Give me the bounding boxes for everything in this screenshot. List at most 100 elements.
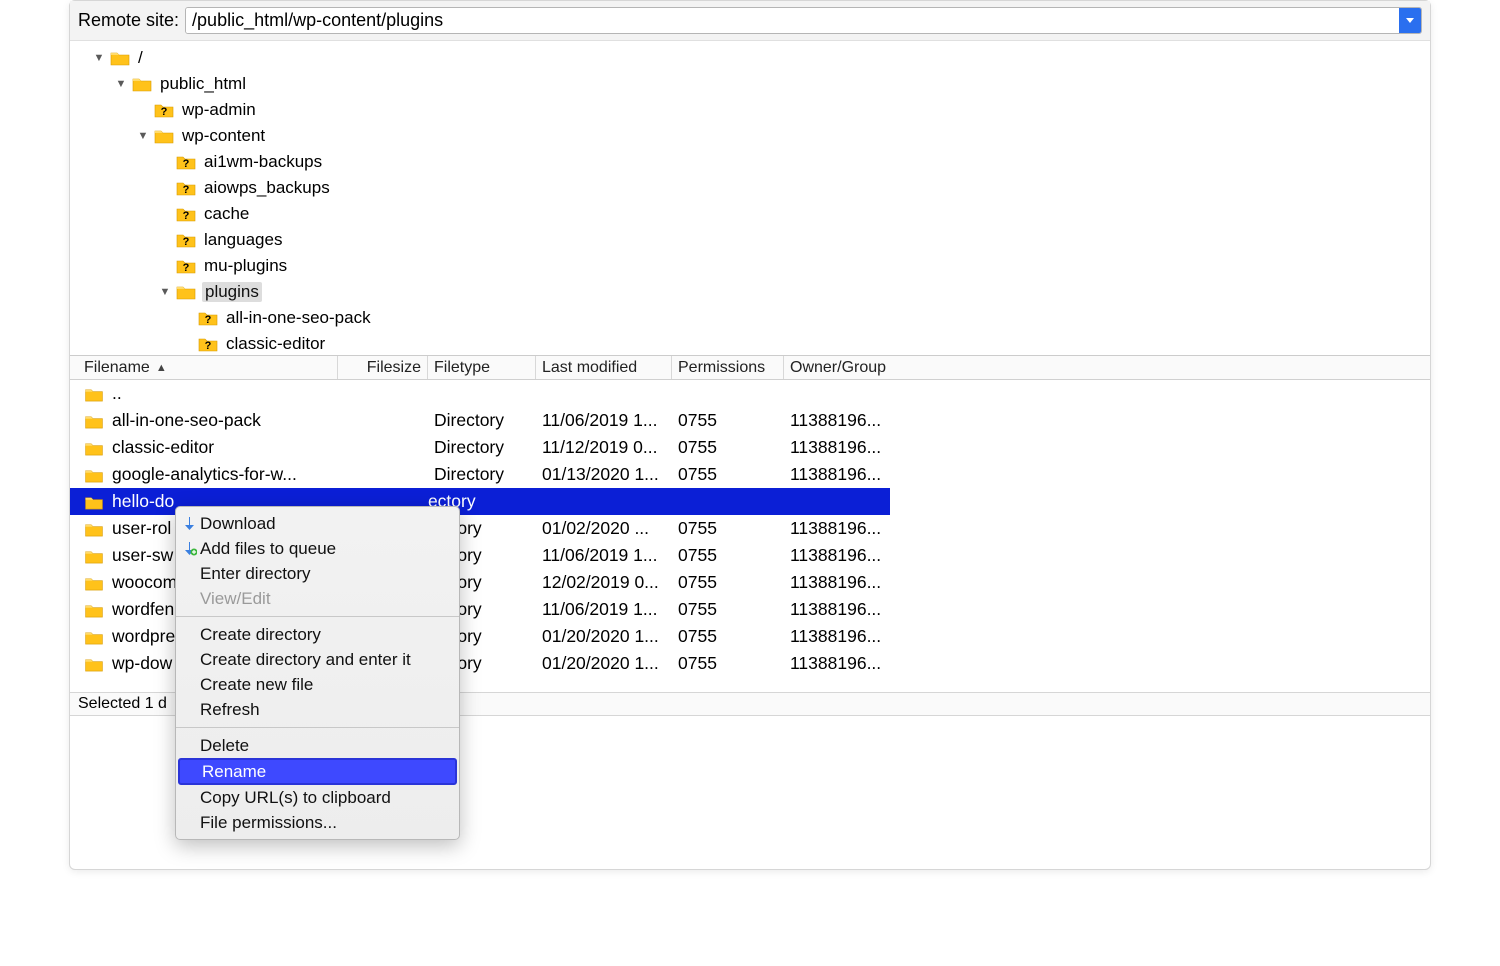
col-filename[interactable]: Filename▲ [78, 356, 338, 379]
context-menu-item-label: File permissions... [200, 813, 337, 833]
disclosure-triangle-icon[interactable]: ▼ [158, 286, 172, 298]
tree-item-label: public_html [158, 74, 248, 94]
disclosure-triangle-icon[interactable]: ▼ [92, 52, 106, 64]
tree-item-all-in-one-seo-pack[interactable]: all-in-one-seo-pack [70, 305, 1430, 331]
file-owner: 11388196... [784, 464, 904, 485]
tree-item-wp-admin[interactable]: wp-admin [70, 97, 1430, 123]
col-last-modified[interactable]: Last modified [536, 356, 672, 379]
tree-item-label: languages [202, 230, 284, 250]
file-owner: 11388196... [784, 626, 904, 647]
sort-asc-icon: ▲ [156, 362, 167, 374]
col-owner-group[interactable]: Owner/Group [784, 356, 904, 379]
context-menu-delete[interactable]: Delete [176, 733, 459, 758]
remote-site-bar: Remote site: [70, 1, 1430, 41]
context-menu-copy-url-s-to-clipboard[interactable]: Copy URL(s) to clipboard [176, 785, 459, 810]
file-modified: 11/06/2019 1... [536, 545, 672, 566]
folder-icon [84, 494, 104, 509]
remote-site-dropdown-button[interactable] [1399, 8, 1421, 33]
file-permissions: 0755 [672, 599, 784, 620]
add-to-queue-icon [182, 541, 197, 556]
tree-item-languages[interactable]: languages [70, 227, 1430, 253]
file-owner: 11388196... [784, 599, 904, 620]
remote-site-label: Remote site: [78, 10, 179, 31]
tree-item-mu-plugins[interactable]: mu-plugins [70, 253, 1430, 279]
col-permissions[interactable]: Permissions [672, 356, 784, 379]
context-menu-download[interactable]: Download [176, 511, 459, 536]
tree-item-label: ai1wm-backups [202, 152, 324, 172]
context-menu: DownloadAdd files to queue Enter director… [175, 506, 460, 840]
tree-item-plugins[interactable]: ▼ plugins [70, 279, 1430, 305]
file-permissions: 0755 [672, 518, 784, 539]
context-menu-create-new-file[interactable]: Create new file [176, 672, 459, 697]
folder-icon [84, 575, 104, 590]
file-modified: 11/06/2019 1... [536, 410, 672, 431]
col-filesize[interactable]: Filesize [338, 356, 428, 379]
tree-item-classic-editor[interactable]: classic-editor [70, 331, 1430, 356]
folder-icon [84, 467, 104, 482]
file-name: user-sw [110, 545, 175, 566]
folder-icon [84, 602, 104, 617]
context-menu-enter-directory[interactable]: Enter directory [176, 561, 459, 586]
directory-tree[interactable]: ▼/▼public_htmlwp-admin▼wp-contentai1wm-b… [70, 41, 1430, 356]
context-menu-item-label: Create directory [200, 625, 321, 645]
file-name: woocom [110, 572, 179, 593]
folder-icon [84, 656, 104, 671]
context-menu-separator [176, 727, 459, 728]
context-menu-create-directory[interactable]: Create directory [176, 622, 459, 647]
file-type: Directory [428, 437, 536, 458]
file-row[interactable]: .. [70, 380, 1430, 407]
context-menu-item-label: Create new file [200, 675, 313, 695]
file-permissions: 0755 [672, 437, 784, 458]
context-menu-item-label: Copy URL(s) to clipboard [200, 788, 391, 808]
chevron-down-icon [1405, 16, 1415, 26]
file-modified: 11/06/2019 1... [536, 599, 672, 620]
file-modified: 01/02/2020 ... [536, 518, 672, 539]
context-menu-rename[interactable]: Rename [178, 758, 457, 785]
tree-item-label: classic-editor [224, 334, 327, 354]
context-menu-item-label: Enter directory [200, 564, 311, 584]
file-owner: 11388196... [784, 437, 904, 458]
file-permissions: 0755 [672, 572, 784, 593]
disclosure-triangle-icon[interactable]: ▼ [114, 78, 128, 90]
context-menu-add-files-to-queue[interactable]: Add files to queue [176, 536, 459, 561]
folder-unknown-icon [176, 258, 196, 274]
file-owner: 11388196... [784, 410, 904, 431]
file-row[interactable]: classic-editorDirectory11/12/2019 0...07… [70, 434, 1430, 461]
folder-icon [176, 284, 196, 300]
tree-item-cache[interactable]: cache [70, 201, 1430, 227]
file-name: .. [110, 383, 124, 404]
tree-item-wp-content[interactable]: ▼wp-content [70, 123, 1430, 149]
file-name: wordfen [110, 599, 176, 620]
context-menu-separator [176, 616, 459, 617]
column-headers[interactable]: Filename▲ Filesize Filetype Last modifie… [70, 356, 1430, 380]
file-modified: 01/13/2020 1... [536, 464, 672, 485]
remote-site-input[interactable] [186, 8, 1399, 33]
context-menu-item-label: Rename [202, 762, 266, 782]
context-menu-refresh[interactable]: Refresh [176, 697, 459, 722]
tree-item-label: plugins [202, 282, 262, 302]
file-permissions: 0755 [672, 464, 784, 485]
folder-icon [154, 128, 174, 144]
download-icon [182, 516, 197, 531]
file-row[interactable]: all-in-one-seo-packDirectory11/06/2019 1… [70, 407, 1430, 434]
tree-item-label: wp-admin [180, 100, 258, 120]
file-permissions: 0755 [672, 626, 784, 647]
file-owner: 11388196... [784, 653, 904, 674]
tree-item-aiowps-backups[interactable]: aiowps_backups [70, 175, 1430, 201]
tree-item-label: cache [202, 204, 251, 224]
disclosure-triangle-icon[interactable]: ▼ [136, 130, 150, 142]
context-menu-file-permissions[interactable]: File permissions... [176, 810, 459, 835]
tree-item-ai1wm-backups[interactable]: ai1wm-backups [70, 149, 1430, 175]
folder-icon [84, 521, 104, 536]
tree-item-public-html[interactable]: ▼ public_html [70, 71, 1430, 97]
file-row[interactable]: google-analytics-for-w...Directory01/13/… [70, 461, 1430, 488]
tree-item--[interactable]: ▼/ [70, 45, 1430, 71]
col-filetype[interactable]: Filetype [428, 356, 536, 379]
file-owner: 11388196... [784, 545, 904, 566]
folder-unknown-icon [176, 154, 196, 170]
folder-icon [132, 76, 152, 92]
context-menu-create-directory-and-enter-it[interactable]: Create directory and enter it [176, 647, 459, 672]
file-name: wp-dow [110, 653, 174, 674]
context-menu-item-label: View/Edit [200, 589, 271, 609]
file-name: user-rol [110, 518, 173, 539]
